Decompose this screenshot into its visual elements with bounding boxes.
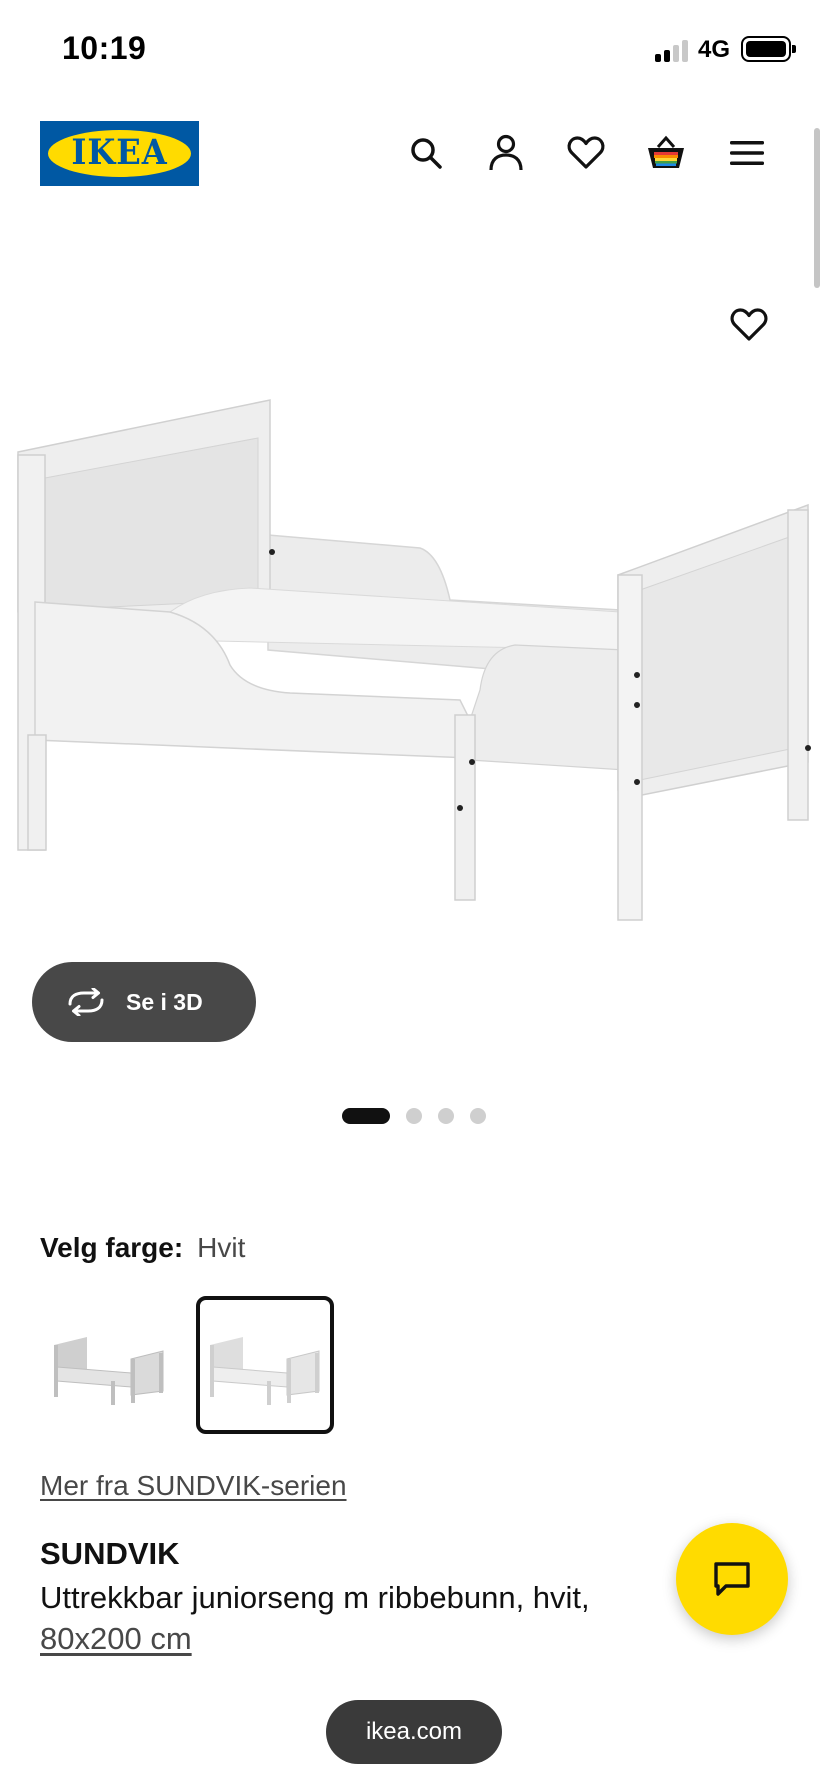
chat-button[interactable] [676,1523,788,1635]
pagination-dot-active[interactable] [342,1108,390,1124]
add-to-favourites-button[interactable] [724,300,774,350]
rotate-3d-icon [68,988,104,1016]
url-host: ikea.com [365,1718,463,1745]
product-size-link[interactable]: 80x200 cm [40,1621,192,1656]
view-in-3d-button[interactable]: Se i 3D [32,962,256,1042]
page-scrollbar[interactable] [814,128,820,288]
status-time: 10:19 [62,30,147,66]
profile-icon[interactable] [483,130,529,176]
menu-icon[interactable] [724,130,770,176]
color-swatch[interactable] [40,1296,178,1434]
product-description: Uttrekkbar juniorseng m ribbebunn, hvit,… [40,1577,680,1659]
pagination-dot[interactable] [406,1108,422,1124]
color-swatch-selected[interactable] [196,1296,334,1434]
product-description-text: Uttrekkbar juniorseng m ribbebunn, hvit, [40,1580,590,1615]
product-image[interactable] [0,300,828,970]
color-value: Hvit [197,1232,246,1263]
bed-illustration [17,399,811,921]
color-label: Velg farge: [40,1232,184,1263]
basket-icon[interactable] [643,130,689,176]
cellular-signal-icon [655,38,691,62]
bed-thumbnail [54,1337,164,1405]
bed-thumbnail [210,1337,320,1405]
favourites-icon[interactable] [563,130,609,176]
ikea-logo[interactable]: IKEA [40,121,199,186]
network-type: 4G [698,36,731,63]
view-in-3d-label: Se i 3D [126,988,203,1015]
pagination-dot[interactable] [438,1108,454,1124]
search-icon[interactable] [403,130,449,176]
product-name: SUNDVIK [40,1536,180,1571]
series-link[interactable]: Mer fra SUNDVIK-serien [40,1470,347,1502]
battery-icon [741,36,796,62]
logo-text: IKEA [71,132,168,173]
pagination-dot[interactable] [470,1108,486,1124]
url-bar[interactable]: ikea.com [326,1700,502,1764]
site-header: IKEA [0,100,828,210]
image-pagination [0,1105,828,1125]
color-selector-heading: Velg farge: Hvit [40,1232,245,1264]
chat-icon [714,1562,750,1596]
status-bar: 10:19 4G [0,0,828,100]
